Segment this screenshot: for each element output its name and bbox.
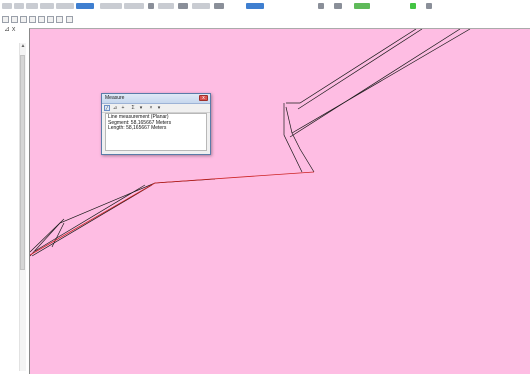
- clear-icon[interactable]: ×: [148, 105, 154, 111]
- map-canvas[interactable]: [29, 28, 530, 374]
- time-slider-button[interactable]: [246, 3, 264, 9]
- upper-road-edge-a: [289, 29, 461, 138]
- catalog-button[interactable]: [426, 3, 432, 9]
- measure-button[interactable]: [158, 3, 174, 9]
- scroll-up-icon[interactable]: ▲: [20, 43, 26, 49]
- main-toolbar: [0, 0, 530, 13]
- cut-icon[interactable]: [29, 16, 36, 23]
- measure-feature-icon[interactable]: +: [120, 105, 126, 111]
- measure-line-icon[interactable]: ⁄: [104, 105, 110, 112]
- html-popup-button[interactable]: [192, 3, 210, 9]
- hyperlink-button[interactable]: [178, 3, 188, 9]
- attributes-icon[interactable]: [66, 16, 73, 23]
- undo-icon[interactable]: [11, 16, 18, 23]
- options-dropdown-icon[interactable]: ▾: [156, 105, 162, 111]
- editor-button[interactable]: [334, 3, 342, 9]
- measure-window[interactable]: Measure x ⁄ ⊿ + Σ ▾ × ▾ Line measurement…: [101, 93, 211, 155]
- upper-road-inner: [285, 106, 315, 173]
- identify-button[interactable]: [124, 3, 144, 9]
- upper-road-edge-b: [291, 29, 471, 134]
- units-dropdown-icon[interactable]: ▾: [138, 105, 144, 111]
- create-viewer-button[interactable]: [318, 3, 324, 9]
- redo-icon[interactable]: [20, 16, 27, 23]
- find-button[interactable]: [148, 3, 154, 9]
- add-data-button[interactable]: [410, 3, 416, 9]
- road-edge-upper: [34, 184, 146, 252]
- measure-line: [30, 171, 315, 256]
- scroll-thumb[interactable]: [20, 55, 25, 270]
- panel-close-button[interactable]: ⊿ x: [4, 26, 15, 34]
- measure-toolbar: ⁄ ⊿ + Σ ▾ × ▾: [102, 104, 210, 113]
- paste-icon[interactable]: [47, 16, 54, 23]
- copy-icon[interactable]: [38, 16, 45, 23]
- close-icon: x: [202, 95, 205, 101]
- sum-icon[interactable]: Σ: [130, 105, 136, 111]
- back-extent-button[interactable]: [56, 3, 74, 9]
- full-extent-button[interactable]: [40, 3, 54, 9]
- upper-road-edge-c: [297, 29, 423, 110]
- road-edge-lower: [31, 184, 153, 257]
- zoom-in-button[interactable]: [2, 3, 12, 9]
- pin-icon[interactable]: ⊿: [4, 26, 10, 33]
- map-features: [30, 29, 471, 257]
- close-icon[interactable]: x: [12, 26, 16, 33]
- select-button[interactable]: [100, 3, 122, 9]
- measure-results: Line measurement (Planar) Segment: 58,16…: [105, 113, 207, 151]
- measure-area-icon[interactable]: ⊿: [112, 105, 118, 111]
- measure-title: Measure: [105, 95, 125, 101]
- sketch-tool-button[interactable]: [354, 3, 370, 9]
- zoom-out-button[interactable]: [14, 3, 24, 9]
- measure-title-bar[interactable]: Measure x: [102, 94, 210, 104]
- pan-button[interactable]: [26, 3, 38, 9]
- goto-xy-button[interactable]: [214, 3, 224, 9]
- tools-toolbar: [0, 13, 530, 26]
- upper-road-left-edge: [283, 103, 303, 173]
- forward-extent-button[interactable]: [76, 3, 94, 9]
- delete-icon[interactable]: [56, 16, 63, 23]
- total-length-label: Length: 58,165667 Meters: [108, 125, 167, 131]
- vertical-scrollbar[interactable]: ▲: [19, 43, 26, 371]
- road-outline-lower: [30, 178, 216, 257]
- measure-close-button[interactable]: x: [199, 95, 208, 101]
- upper-road-outline: [286, 29, 417, 104]
- rotate-icon[interactable]: [2, 16, 9, 23]
